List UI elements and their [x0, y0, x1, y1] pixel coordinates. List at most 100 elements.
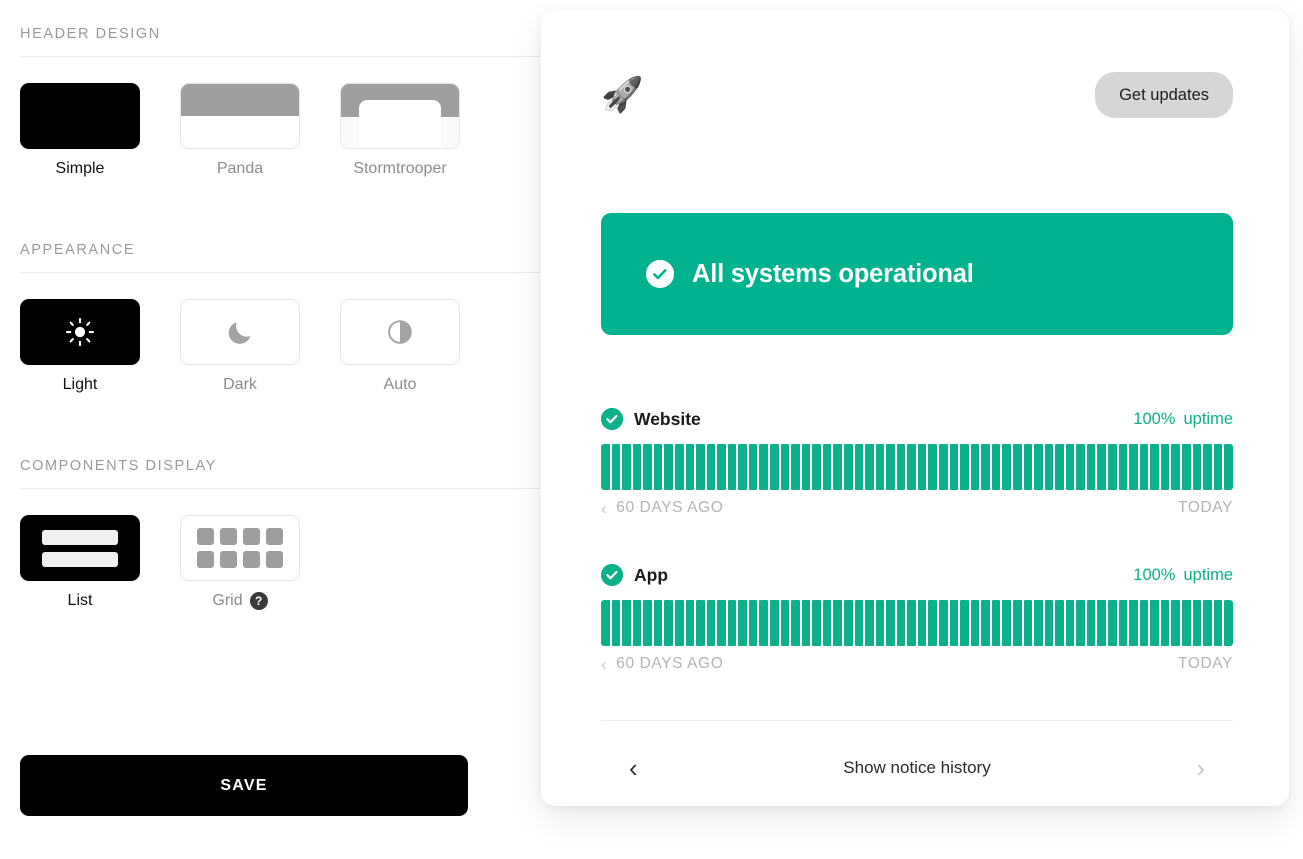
show-notice-history-link[interactable]: Show notice history [843, 758, 990, 778]
uptime-bar[interactable] [738, 600, 747, 646]
uptime-bar[interactable] [1203, 600, 1212, 646]
chevron-left-icon[interactable]: ‹ [601, 500, 607, 517]
uptime-bar[interactable] [1065, 600, 1075, 646]
uptime-bar[interactable] [928, 444, 937, 490]
uptime-bar[interactable] [1150, 444, 1159, 490]
uptime-bar[interactable] [1171, 444, 1180, 490]
uptime-bar[interactable] [611, 444, 621, 490]
uptime-bar[interactable] [896, 600, 906, 646]
uptime-bar[interactable] [1034, 600, 1043, 646]
uptime-bar[interactable] [949, 600, 959, 646]
uptime-bar[interactable] [706, 600, 716, 646]
uptime-bar[interactable] [981, 600, 990, 646]
option-panda[interactable]: Panda [180, 83, 300, 178]
uptime-bar[interactable] [854, 444, 864, 490]
uptime-bar[interactable] [1171, 600, 1180, 646]
uptime-bar[interactable] [960, 600, 969, 646]
uptime-bar[interactable] [748, 600, 758, 646]
uptime-bar[interactable] [770, 600, 779, 646]
uptime-bar[interactable] [717, 600, 726, 646]
uptime-bar[interactable] [970, 444, 980, 490]
uptime-bar-chart[interactable] [601, 444, 1233, 490]
uptime-bar[interactable] [791, 600, 800, 646]
uptime-bar[interactable] [1076, 600, 1085, 646]
option-light[interactable]: Light [20, 299, 140, 394]
uptime-bar[interactable] [1203, 444, 1212, 490]
uptime-bar[interactable] [1065, 444, 1075, 490]
uptime-bar[interactable] [1076, 444, 1085, 490]
uptime-bar[interactable] [727, 444, 737, 490]
option-simple[interactable]: Simple [20, 83, 140, 178]
option-grid[interactable]: Grid ? [180, 515, 300, 610]
uptime-bar[interactable] [1086, 600, 1096, 646]
uptime-bar[interactable] [822, 444, 832, 490]
get-updates-button[interactable]: Get updates [1095, 72, 1233, 118]
chevron-left-icon[interactable]: ‹ [601, 656, 607, 673]
timeline-start-wrap[interactable]: ‹ 60 DAYS AGO [601, 499, 723, 517]
uptime-bar[interactable] [886, 600, 895, 646]
uptime-bar[interactable] [865, 600, 874, 646]
uptime-bar[interactable] [632, 444, 642, 490]
uptime-bar[interactable] [854, 600, 864, 646]
uptime-bar[interactable] [1192, 444, 1202, 490]
uptime-bar[interactable] [875, 444, 885, 490]
uptime-bar[interactable] [1139, 600, 1149, 646]
uptime-bar[interactable] [1108, 600, 1117, 646]
uptime-bar[interactable] [759, 444, 768, 490]
uptime-bar[interactable] [1097, 600, 1106, 646]
uptime-bar[interactable] [674, 444, 684, 490]
uptime-bar[interactable] [875, 600, 885, 646]
uptime-bar[interactable] [717, 444, 726, 490]
uptime-bar[interactable] [812, 444, 821, 490]
uptime-bar[interactable] [1181, 444, 1191, 490]
uptime-bar[interactable] [917, 444, 927, 490]
uptime-bar[interactable] [706, 444, 716, 490]
uptime-bar[interactable] [1044, 600, 1054, 646]
uptime-bar[interactable] [601, 600, 610, 646]
option-list[interactable]: List [20, 515, 140, 610]
uptime-bar[interactable] [664, 444, 673, 490]
uptime-bar[interactable] [685, 444, 695, 490]
uptime-bar[interactable] [643, 600, 652, 646]
uptime-bar-chart[interactable] [601, 600, 1233, 646]
uptime-bar[interactable] [653, 600, 663, 646]
uptime-bar[interactable] [1160, 444, 1170, 490]
uptime-bar[interactable] [1160, 600, 1170, 646]
uptime-bar[interactable] [907, 600, 916, 646]
uptime-bar[interactable] [1023, 600, 1033, 646]
chevron-left-icon[interactable]: ‹ [629, 755, 638, 781]
uptime-bar[interactable] [780, 600, 790, 646]
uptime-bar[interactable] [727, 600, 737, 646]
uptime-bar[interactable] [1055, 600, 1064, 646]
uptime-bar[interactable] [833, 600, 842, 646]
uptime-bar[interactable] [1097, 444, 1106, 490]
chevron-right-icon[interactable]: › [1196, 755, 1205, 781]
uptime-bar[interactable] [748, 444, 758, 490]
uptime-bar[interactable] [812, 600, 821, 646]
uptime-bar[interactable] [949, 444, 959, 490]
uptime-bar[interactable] [1213, 600, 1223, 646]
uptime-bar[interactable] [791, 444, 800, 490]
uptime-bar[interactable] [770, 444, 779, 490]
uptime-bar[interactable] [1086, 444, 1096, 490]
uptime-bar[interactable] [970, 600, 980, 646]
uptime-bar[interactable] [1181, 600, 1191, 646]
uptime-bar[interactable] [1012, 600, 1022, 646]
uptime-bar[interactable] [1108, 444, 1117, 490]
uptime-bar[interactable] [622, 444, 631, 490]
help-icon[interactable]: ? [249, 592, 268, 610]
uptime-bar[interactable] [1023, 444, 1033, 490]
uptime-bar[interactable] [1129, 600, 1138, 646]
uptime-bar[interactable] [601, 444, 610, 490]
uptime-bar[interactable] [1002, 600, 1011, 646]
uptime-bar[interactable] [907, 444, 916, 490]
uptime-bar[interactable] [939, 600, 948, 646]
uptime-bar[interactable] [1044, 444, 1054, 490]
uptime-bar[interactable] [1192, 600, 1202, 646]
uptime-bar[interactable] [928, 600, 937, 646]
uptime-bar[interactable] [843, 444, 853, 490]
option-auto[interactable]: Auto [340, 299, 460, 394]
uptime-bar[interactable] [1139, 444, 1149, 490]
uptime-bar[interactable] [759, 600, 768, 646]
uptime-bar[interactable] [643, 444, 652, 490]
